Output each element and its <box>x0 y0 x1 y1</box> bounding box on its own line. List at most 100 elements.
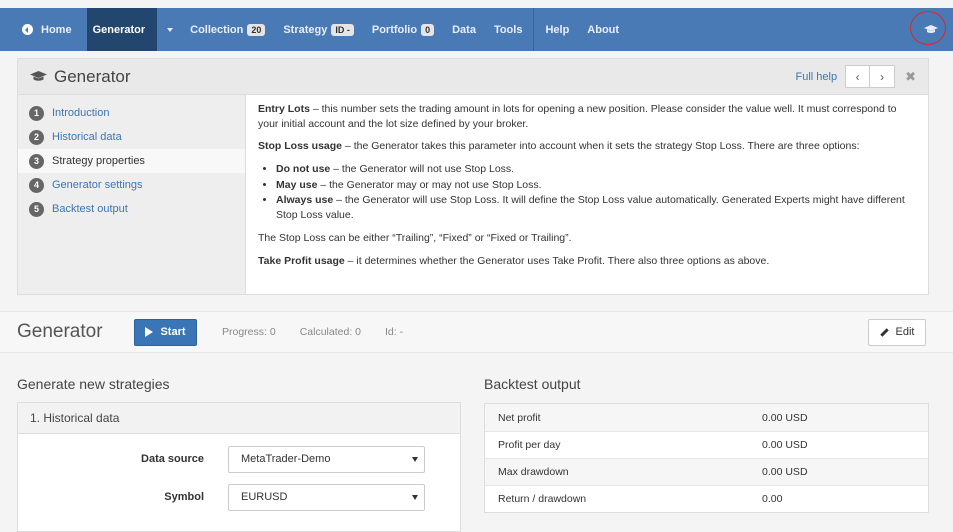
data-source-value: MetaTrader-Demo <box>241 453 331 465</box>
metric-value: 0.00 USD <box>762 466 808 478</box>
top-navbar: Home Generator Collection 20 Strategy ID… <box>0 8 953 51</box>
table-row: Max drawdown 0.00 USD <box>485 458 928 485</box>
step-label: Historical data <box>52 131 122 143</box>
portfolio-count-badge: 0 <box>421 23 435 36</box>
next-page-button[interactable]: › <box>870 65 896 88</box>
help-step-strategy-properties[interactable]: 3 Strategy properties <box>18 149 245 173</box>
table-row: Return / drawdown 0.00 <box>485 485 928 512</box>
help-step-generator-settings[interactable]: 4 Generator settings <box>18 173 245 197</box>
full-help-link[interactable]: Full help <box>796 71 838 83</box>
data-source-select[interactable]: MetaTrader-Demo <box>228 445 425 473</box>
help-paragraph-stop-loss: Stop Loss usage – the Generator takes th… <box>258 139 916 154</box>
help-step-historical-data[interactable]: 2 Historical data <box>18 125 245 149</box>
nav-help[interactable]: Help <box>536 8 578 51</box>
step-number: 2 <box>29 129 44 145</box>
edit-label: Edit <box>895 326 915 338</box>
collection-count-badge: 20 <box>247 23 266 36</box>
nav-about-label: About <box>587 23 620 36</box>
term-entry-lots: Entry Lots <box>258 103 310 115</box>
annotation-circle <box>910 11 946 45</box>
nav-home-label: Home <box>41 23 72 36</box>
caret-down-icon <box>412 494 418 500</box>
nav-collection[interactable]: Collection 20 <box>181 8 274 51</box>
symbol-label: Symbol <box>164 491 204 503</box>
list-item: Always use – the Generator will use Stop… <box>276 193 916 222</box>
nav-home[interactable]: Home <box>0 8 81 51</box>
stop-loss-text: – the Generator takes this parameter int… <box>342 140 860 153</box>
play-icon <box>145 327 154 337</box>
metric-value: 0.00 USD <box>762 411 808 424</box>
help-content: Entry Lots – this number sets the tradin… <box>246 95 928 294</box>
strategy-id-badge: ID - <box>331 23 354 36</box>
help-panel-body: 1 Introduction 2 Historical data 3 Strat… <box>18 95 928 294</box>
nav-tools-label: Tools <box>493 23 523 36</box>
help-paragraph-take-profit: Take Profit usage – it determines whethe… <box>258 254 916 269</box>
option-text: – the Generator will use Stop Loss. It w… <box>276 194 905 222</box>
step-label: Generator settings <box>52 179 143 191</box>
metric-value: 0.00 <box>762 493 783 505</box>
edit-button[interactable]: Edit <box>868 318 926 346</box>
nav-strategy[interactable]: Strategy ID - <box>274 8 363 51</box>
option-term: Always use <box>276 194 334 207</box>
metric-name: Profit per day <box>498 439 561 451</box>
symbol-value: EURUSD <box>241 491 288 503</box>
help-step-introduction[interactable]: 1 Introduction <box>18 101 245 125</box>
step-label: Introduction <box>52 107 110 119</box>
calculated-status: Calculated: 0 <box>299 326 361 338</box>
list-item: May use – the Generator may or may not u… <box>276 178 916 193</box>
caret-down-icon <box>412 456 418 462</box>
option-term: Do not use <box>276 163 331 176</box>
data-source-row: Data source MetaTrader-Demo <box>18 440 460 478</box>
metric-value: 0.00 USD <box>762 439 808 451</box>
generator-toolbar: Generator Start Progress: 0 Calculated: … <box>0 311 953 353</box>
close-icon[interactable]: ✖ <box>905 69 916 85</box>
step-label: Backtest output <box>52 203 128 215</box>
option-text: – the Generator will not use Stop Loss. <box>330 163 515 176</box>
step-label: Strategy properties <box>52 155 145 167</box>
nav-generator[interactable]: Generator <box>86 8 158 51</box>
nav-data[interactable]: Data <box>443 8 485 51</box>
term-stop-loss-usage: Stop Loss usage <box>258 140 343 153</box>
nav-tools[interactable]: Tools <box>485 8 532 51</box>
chevron-down-icon[interactable] <box>167 27 174 32</box>
chevron-right-icon: › <box>880 69 885 84</box>
metric-name: Return / drawdown <box>498 493 587 505</box>
start-label: Start <box>160 326 186 338</box>
help-paragraph-stop-loss-types: The Stop Loss can be either “Trailing”, … <box>258 231 572 244</box>
progress-status: Progress: 0 <box>222 326 276 338</box>
option-text: – the Generator may or may not use Stop … <box>317 178 542 191</box>
step-number: 5 <box>29 201 44 217</box>
id-status: Id: - <box>385 326 404 338</box>
term-take-profit-usage: Take Profit usage <box>258 254 345 267</box>
option-term: May use <box>276 178 318 191</box>
help-toggle-button[interactable] <box>908 8 953 51</box>
help-step-backtest-output[interactable]: 5 Backtest output <box>18 197 245 221</box>
page-title: Generator <box>17 321 103 342</box>
entry-lots-text: – this number sets the trading amount in… <box>258 103 897 130</box>
start-button[interactable]: Start <box>134 318 197 346</box>
backtest-table: Net profit 0.00 USD Profit per day 0.00 … <box>484 403 929 513</box>
take-profit-text: – it determines whether the Generator us… <box>344 254 770 267</box>
generate-section-title: Generate new strategies <box>17 376 170 392</box>
back-circle-icon <box>22 24 33 35</box>
help-paragraph-entry-lots: Entry Lots – this number sets the tradin… <box>258 102 916 131</box>
help-steps-list: 1 Introduction 2 Historical data 3 Strat… <box>18 95 246 294</box>
nav-portfolio-label: Portfolio <box>371 23 418 36</box>
symbol-select[interactable]: EURUSD <box>228 483 425 511</box>
data-source-label: Data source <box>141 453 204 465</box>
help-panel: Generator Full help ‹ › ✖ 1 Introduction… <box>17 58 929 295</box>
nav-portfolio[interactable]: Portfolio 0 <box>363 8 443 51</box>
nav-about[interactable]: About <box>578 8 628 51</box>
historical-data-header[interactable]: 1. Historical data <box>18 403 460 434</box>
historical-data-panel: 1. Historical data Data source MetaTrade… <box>17 402 461 532</box>
backtest-section-title: Backtest output <box>484 376 581 392</box>
nav-help-label: Help <box>545 23 570 36</box>
nav-divider <box>533 8 535 51</box>
help-panel-header: Generator Full help ‹ › ✖ <box>18 59 928 95</box>
step-number: 3 <box>29 153 44 169</box>
step-number: 4 <box>29 177 44 193</box>
stop-loss-options: Do not use – the Generator will not use … <box>276 162 916 223</box>
nav-collection-label: Collection <box>190 23 244 36</box>
help-panel-actions: Full help ‹ › ✖ <box>796 65 916 88</box>
previous-page-button[interactable]: ‹ <box>845 65 871 88</box>
